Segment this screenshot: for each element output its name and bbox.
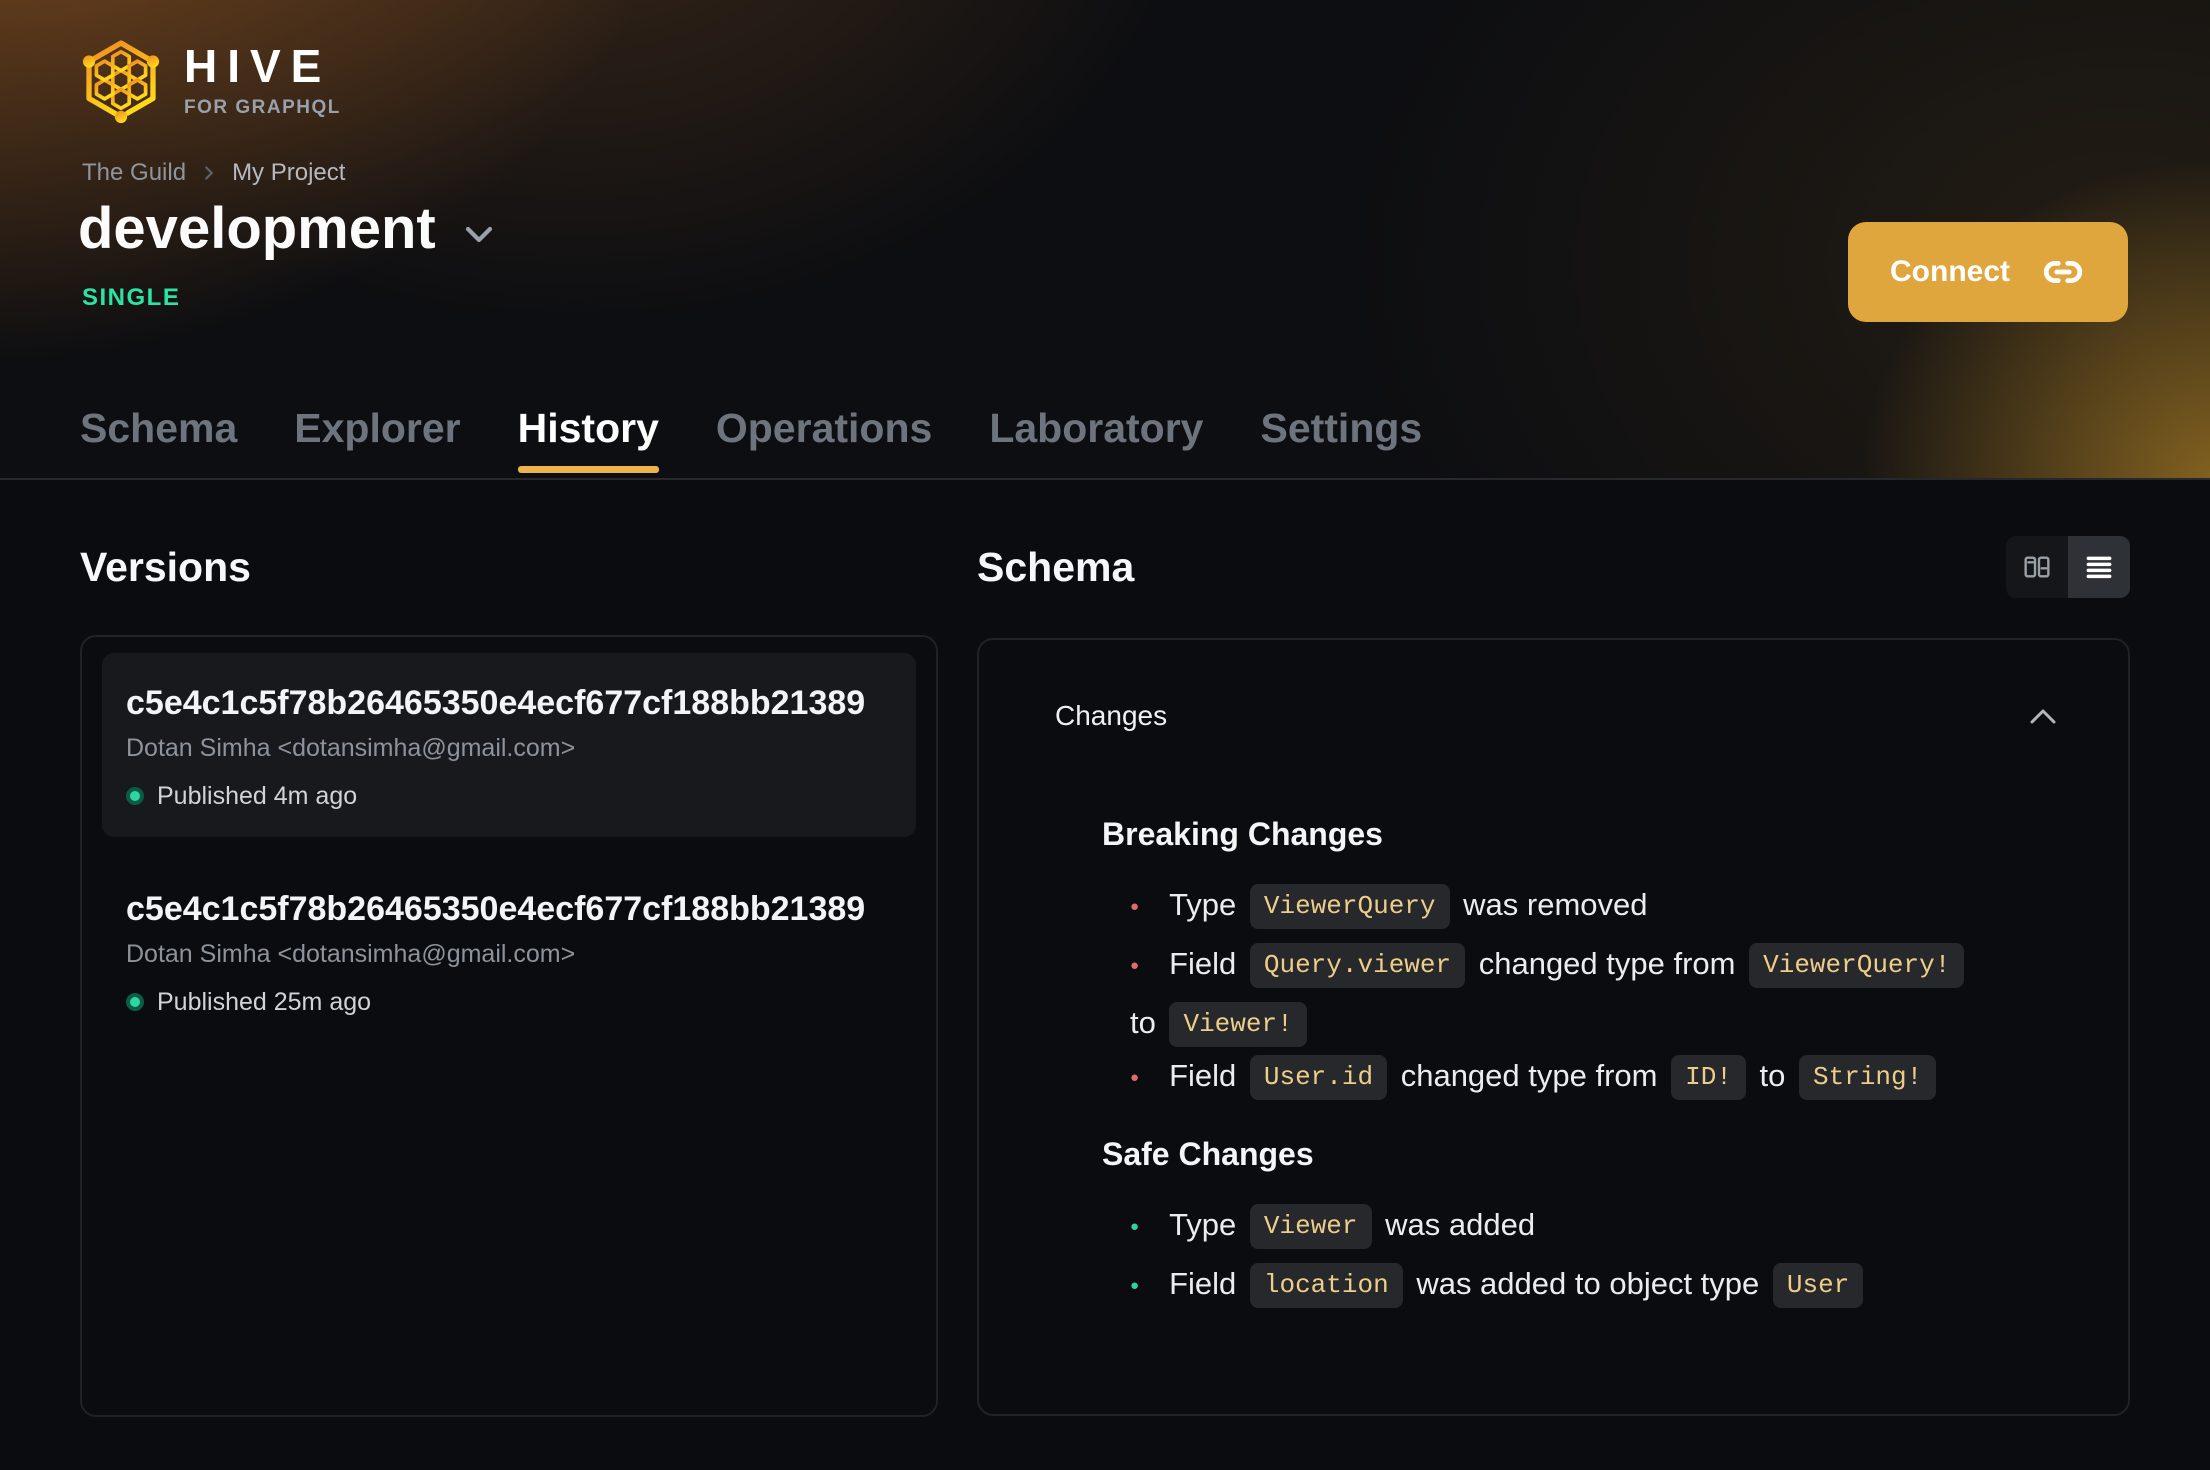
status-dot-icon bbox=[126, 787, 144, 805]
versions-column: Versions c5e4c1c5f78b26465350e4ecf677cf1… bbox=[80, 480, 938, 1417]
list-icon bbox=[2086, 556, 2112, 579]
header: HIVE FOR GRAPHQL The Guild My Project de… bbox=[0, 0, 2210, 480]
brand-name: HIVE bbox=[184, 40, 332, 92]
change-item: Field User.id changed type from ID! to S… bbox=[1130, 1049, 2072, 1108]
list-view-button[interactable] bbox=[2068, 536, 2130, 598]
tab-operations[interactable]: Operations bbox=[716, 391, 932, 478]
chevron-right-icon bbox=[205, 166, 213, 180]
safe-changes-title: Safe Changes bbox=[1102, 1136, 1314, 1172]
version-card[interactable]: c5e4c1c5f78b26465350e4ecf677cf188bb21389… bbox=[102, 653, 916, 837]
columns-icon bbox=[2024, 556, 2050, 578]
change-text: changed type from bbox=[1392, 1058, 1667, 1093]
collapse-changes-button[interactable] bbox=[2028, 706, 2058, 726]
version-status-label: Published 4m ago bbox=[157, 781, 358, 810]
target-type-badge: SINGLE bbox=[82, 284, 181, 311]
hive-logo-icon bbox=[82, 40, 160, 124]
hive-app: HIVE FOR GRAPHQL The Guild My Project de… bbox=[0, 0, 2210, 1470]
breaking-changes-title: Breaking Changes bbox=[1102, 816, 1383, 852]
code-chip: location bbox=[1249, 1263, 1403, 1308]
chevron-down-icon bbox=[465, 227, 492, 243]
brand-text: HIVE FOR GRAPHQL bbox=[184, 43, 341, 117]
code-chip: Viewer bbox=[1249, 1204, 1372, 1249]
nowrap-group: to Viewer! bbox=[1130, 1002, 1312, 1047]
change-text: Type bbox=[1169, 887, 1245, 922]
schema-column: Schema Changes Breaking Changes ● Type V… bbox=[977, 480, 2130, 1417]
hive-logo[interactable]: HIVE FOR GRAPHQL bbox=[80, 34, 341, 126]
schema-header: Schema bbox=[977, 536, 2130, 598]
change-text: Type bbox=[1169, 1207, 1245, 1242]
versions-panel: c5e4c1c5f78b26465350e4ecf677cf188bb21389… bbox=[80, 635, 938, 1417]
changes-header: Changes bbox=[1055, 696, 2072, 736]
change-text: to bbox=[1750, 1058, 1794, 1093]
version-status: Published 4m ago bbox=[126, 781, 892, 810]
schema-panel: Changes Breaking ChangesType ViewerQuery… bbox=[977, 638, 2130, 1416]
changes-body: Breaking Changes Type ViewerQuery was rem… bbox=[979, 814, 2072, 1316]
breadcrumb: The Guild My Project bbox=[82, 158, 345, 188]
side-by-side-view-button[interactable] bbox=[2006, 536, 2068, 598]
code-chip: ViewerQuery bbox=[1249, 884, 1450, 929]
tab-schema[interactable]: Schema bbox=[80, 391, 237, 478]
version-status-label: Published 25m ago bbox=[157, 987, 372, 1016]
code-chip: Viewer! bbox=[1169, 1002, 1307, 1047]
target-title-row: development bbox=[78, 196, 494, 263]
chevron-up-icon bbox=[2030, 709, 2056, 724]
breadcrumb-project[interactable]: My Project bbox=[232, 158, 345, 188]
code-chip: Query.viewer bbox=[1249, 943, 1466, 988]
code-chip: User.id bbox=[1249, 1055, 1388, 1100]
tab-bar: Schema Explorer History Operations Laborator… bbox=[80, 391, 1422, 478]
change-text: Field bbox=[1169, 946, 1245, 981]
changes-label: Changes bbox=[1055, 700, 1168, 731]
breaking-changes-list: Type ViewerQuery was removedField Query.… bbox=[1130, 878, 2072, 1108]
page-title: development bbox=[78, 196, 436, 261]
version-hash: c5e4c1c5f78b26465350e4ecf677cf188bb21389 bbox=[126, 890, 866, 928]
change-text: was removed bbox=[1454, 887, 1648, 922]
tab-laboratory[interactable]: Laboratory bbox=[989, 391, 1203, 478]
change-item: Type Viewer was added bbox=[1130, 1198, 2072, 1257]
change-text: Field bbox=[1169, 1266, 1245, 1301]
change-text: Field bbox=[1169, 1058, 1245, 1093]
version-author: Dotan Simha <dotansimha@gmail.com> bbox=[126, 734, 576, 762]
change-text: to bbox=[1130, 1005, 1165, 1040]
version-hash: c5e4c1c5f78b26465350e4ecf677cf188bb21389 bbox=[126, 684, 866, 722]
connect-label: Connect bbox=[1890, 255, 2010, 288]
version-card[interactable]: c5e4c1c5f78b26465350e4ecf677cf188bb21389… bbox=[102, 859, 916, 1043]
change-text: changed type from bbox=[1470, 946, 1745, 981]
tab-settings[interactable]: Settings bbox=[1260, 391, 1422, 478]
tab-explorer[interactable]: Explorer bbox=[294, 391, 460, 478]
link-icon bbox=[2043, 260, 2083, 284]
version-author: Dotan Simha <dotansimha@gmail.com> bbox=[126, 940, 576, 968]
version-status: Published 25m ago bbox=[126, 987, 892, 1016]
code-chip: User bbox=[1772, 1263, 1864, 1308]
change-text: was added bbox=[1376, 1207, 1536, 1242]
brand-tagline: FOR GRAPHQL bbox=[184, 97, 341, 118]
breadcrumb-org[interactable]: The Guild bbox=[82, 158, 186, 188]
connect-button[interactable]: Connect bbox=[1848, 222, 2128, 322]
target-selector-button[interactable] bbox=[464, 225, 494, 245]
tab-history[interactable]: History bbox=[517, 391, 660, 478]
change-item: Type ViewerQuery was removed bbox=[1130, 878, 2072, 937]
versions-title: Versions bbox=[80, 544, 251, 590]
safe-changes-list: Type Viewer was addedField location was … bbox=[1130, 1198, 2072, 1316]
change-text: was added to object type bbox=[1407, 1266, 1768, 1301]
change-item: Field Query.viewer changed type from Vie… bbox=[1130, 937, 2072, 1049]
change-item: Field location was added to object type … bbox=[1130, 1257, 2072, 1316]
code-chip: ID! bbox=[1671, 1055, 1746, 1100]
code-chip: ViewerQuery! bbox=[1749, 943, 1965, 988]
code-chip: String! bbox=[1799, 1055, 1937, 1100]
view-toggle bbox=[2006, 536, 2130, 598]
status-dot-icon bbox=[126, 993, 144, 1011]
main-content: Versions c5e4c1c5f78b26465350e4ecf677cf1… bbox=[0, 480, 2210, 1417]
schema-title: Schema bbox=[977, 544, 1135, 590]
